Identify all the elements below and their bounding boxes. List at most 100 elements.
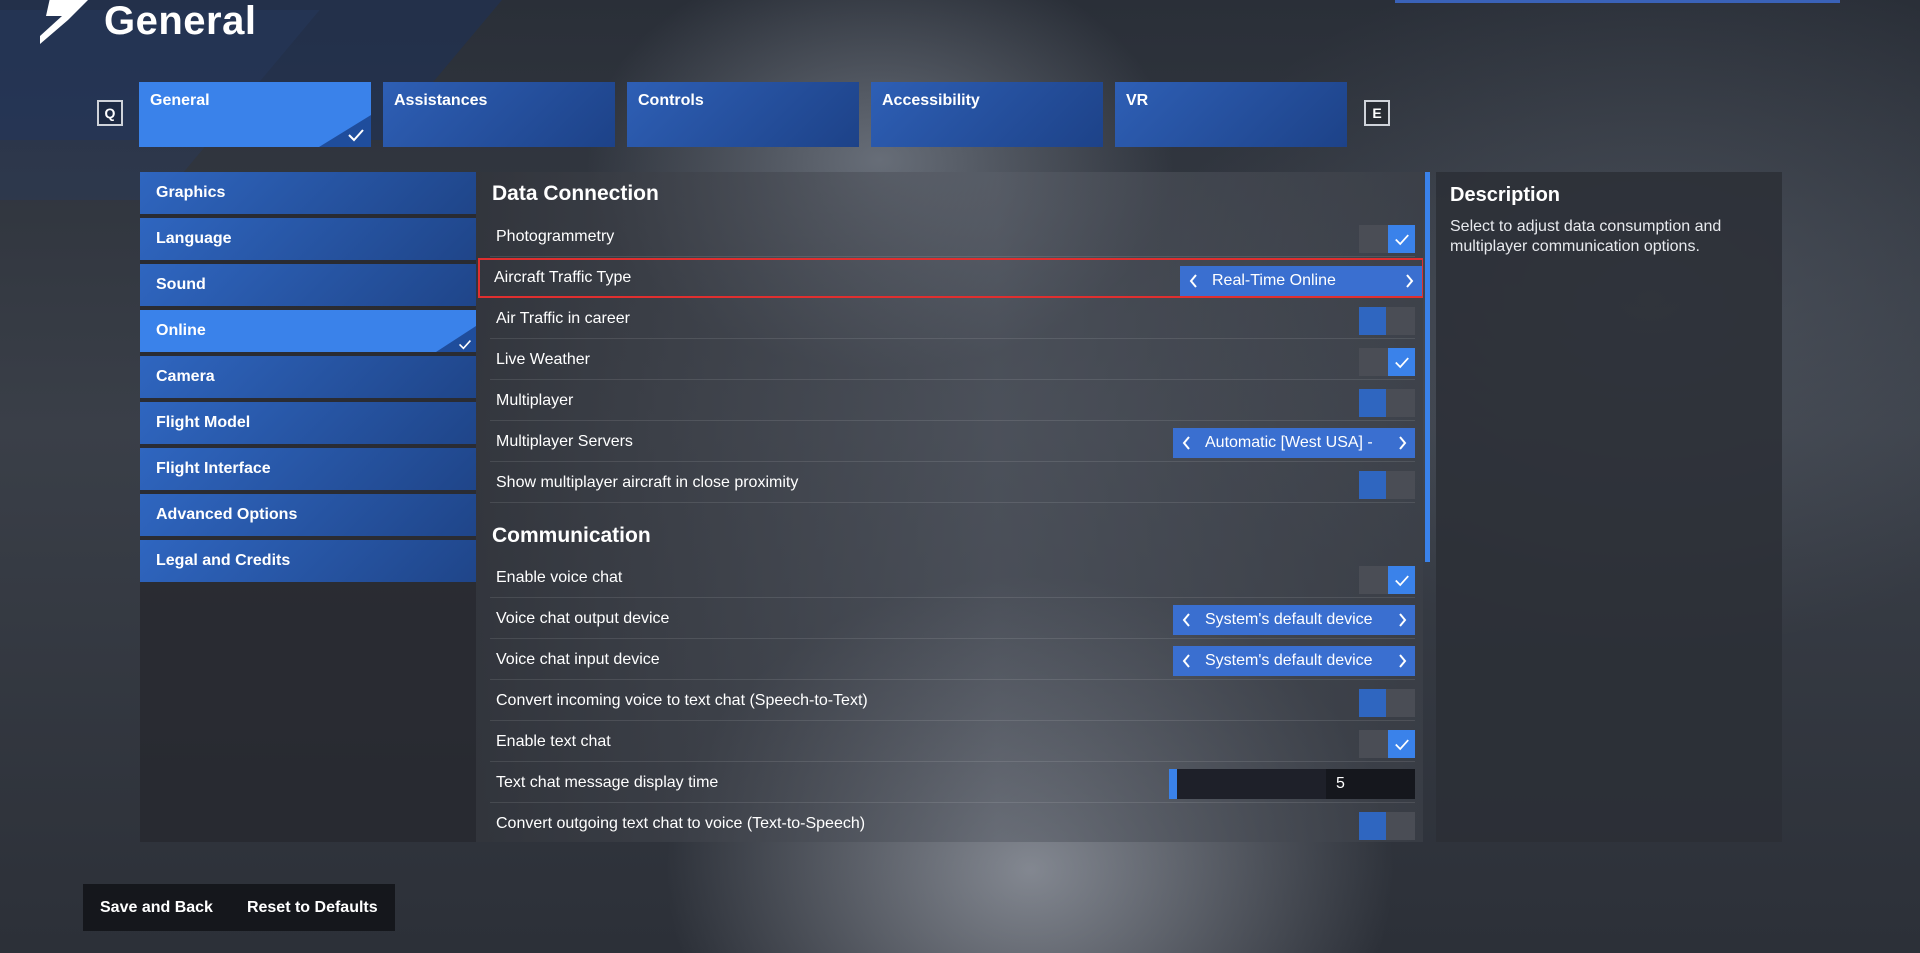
toggle-switch[interactable] [1359,225,1415,253]
sidebar-item-camera[interactable]: Camera [140,356,476,398]
check-icon [347,128,365,142]
check-icon [1388,225,1415,253]
option-selector[interactable]: System's default device [1173,605,1415,635]
settings-sidebar: Graphics Language Sound Online Camera Flight … [140,172,476,842]
setting-row[interactable]: Multiplayer Servers Automatic [West USA] … [490,422,1415,462]
selector-value: System's default device [1205,652,1373,669]
sidebar-item-label: Flight Interface [156,460,271,477]
sidebar-item-label: Legal and Credits [156,552,291,569]
slider-handle[interactable] [1169,769,1177,799]
chevron-right-icon[interactable] [1396,266,1422,296]
sidebar-item-flight-model[interactable]: Flight Model [140,402,476,444]
tab-vr[interactable]: VR [1115,82,1347,147]
toggle-knob [1359,471,1386,499]
sidebar-item-label: Advanced Options [156,506,298,523]
toggle-switch[interactable] [1359,307,1415,335]
setting-row[interactable]: Aircraft Traffic Type Real-Time Online [478,258,1423,298]
check-icon [1388,566,1415,594]
setting-row[interactable]: Show multiplayer aircraft in close proxi… [490,463,1415,503]
sidebar-item-flight-interface[interactable]: Flight Interface [140,448,476,490]
chevron-right-icon[interactable] [1389,605,1415,635]
chevron-right-icon[interactable] [1389,428,1415,458]
description-title: Description [1450,184,1561,206]
tab-label: VR [1126,92,1149,109]
reset-to-defaults-button[interactable]: Reset to Defaults [230,884,395,931]
sidebar-item-legal-and-credits[interactable]: Legal and Credits [140,540,476,582]
sidebar-item-label: Sound [156,276,206,293]
setting-label: Show multiplayer aircraft in close proxi… [496,473,799,491]
sidebar-item-label: Graphics [156,184,226,201]
toggle-knob [1359,307,1386,335]
setting-row[interactable]: Photogrammetry [490,217,1415,257]
option-selector[interactable]: Automatic [West USA] - [1173,428,1415,458]
toggle-knob [1359,389,1386,417]
save-and-back-button[interactable]: Save and Back [83,884,230,931]
setting-row[interactable]: Enable voice chat [490,558,1415,598]
sidebar-item-advanced-options[interactable]: Advanced Options [140,494,476,536]
option-selector[interactable]: System's default device [1173,646,1415,676]
sidebar-item-sound[interactable]: Sound [140,264,476,306]
tab-label: Accessibility [882,92,980,109]
setting-row[interactable]: Enable text chat [490,722,1415,762]
chevron-left-icon[interactable] [1180,266,1206,296]
setting-row[interactable]: Voice chat output device System's default… [490,599,1415,639]
toggle-switch[interactable] [1359,471,1415,499]
chevron-right-icon[interactable] [1389,646,1415,676]
value-slider[interactable]: 5 [1169,769,1415,799]
selector-value: System's default device [1205,611,1373,628]
setting-row[interactable]: Text chat message display time 5 [490,763,1415,803]
setting-label: Enable voice chat [496,568,623,586]
toggle-switch[interactable] [1359,689,1415,717]
scrollbar[interactable] [1425,172,1430,562]
check-icon [1388,348,1415,376]
option-selector[interactable]: Real-Time Online [1180,266,1422,296]
setting-row[interactable]: Air Traffic in career [490,299,1415,339]
tab-general[interactable]: General [139,82,371,147]
chevron-left-icon[interactable] [1173,428,1199,458]
setting-label: Convert incoming voice to text chat (Spe… [496,691,868,709]
tab-accessibility[interactable]: Accessibility [871,82,1103,147]
toggle-switch[interactable] [1359,348,1415,376]
section-title: Communication [492,524,651,547]
sidebar-item-graphics[interactable]: Graphics [140,172,476,214]
footer-bar: Save and Back Reset to Defaults [83,884,395,931]
setting-row[interactable]: Convert outgoing text chat to voice (Tex… [490,804,1415,842]
toggle-switch[interactable] [1359,389,1415,417]
toggle-switch[interactable] [1359,566,1415,594]
tab-bar: General Assistances Controls Accessibility V… [139,82,1347,147]
toggle-switch[interactable] [1359,730,1415,758]
tab-assistances[interactable]: Assistances [383,82,615,147]
next-tab-key-hint[interactable]: E [1364,100,1390,126]
sidebar-item-label: Flight Model [156,414,251,431]
chevron-left-icon[interactable] [1173,646,1199,676]
chevron-left-icon[interactable] [1173,605,1199,635]
check-icon [1388,730,1415,758]
selector-value: Real-Time Online [1212,272,1336,289]
settings-panel: Data Connection Photogrammetry Aircraft Tr… [476,172,1423,842]
check-icon [458,337,472,350]
setting-row[interactable]: Convert incoming voice to text chat (Spe… [490,681,1415,721]
description-text: Select to adjust data consumption and mu… [1450,218,1722,255]
sidebar-item-label: Camera [156,368,215,385]
setting-label: Photogrammetry [496,227,615,245]
toggle-switch[interactable] [1359,812,1415,840]
chevron-logo-icon [40,0,88,44]
tab-label: Controls [638,92,704,109]
selector-value: Automatic [West USA] - [1205,434,1373,451]
tab-label: Assistances [394,92,488,109]
toggle-knob [1359,689,1386,717]
sidebar-item-online[interactable]: Online [140,310,476,352]
setting-row[interactable]: Live Weather [490,340,1415,380]
setting-label: Live Weather [496,350,590,368]
sidebar-item-language[interactable]: Language [140,218,476,260]
tab-label: General [150,92,210,109]
setting-label: Air Traffic in career [496,309,630,327]
page-title: General [104,0,257,43]
prev-tab-key-hint[interactable]: Q [97,100,123,126]
slider-value: 5 [1326,769,1415,799]
tab-controls[interactable]: Controls [627,82,859,147]
setting-label: Convert outgoing text chat to voice (Tex… [496,814,866,832]
setting-row[interactable]: Multiplayer [490,381,1415,421]
description-panel: Description Select to adjust data consum… [1436,172,1782,842]
setting-row[interactable]: Voice chat input device System's default … [490,640,1415,680]
